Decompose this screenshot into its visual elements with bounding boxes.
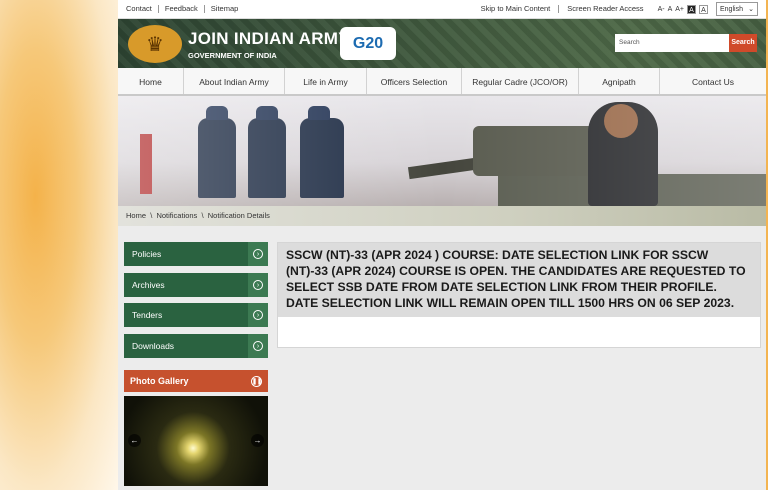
language-value: English [720,5,743,13]
gallery-image[interactable]: ← → [124,396,268,486]
chevron-down-icon: ⌄ [748,6,754,13]
breadcrumb-notifications[interactable]: Notifications [156,211,197,220]
language-select[interactable]: English ⌄ [716,2,758,16]
search-input[interactable]: Search [615,34,729,52]
hero-banner [118,96,766,206]
page-background-left [0,0,118,490]
site-subtitle: GOVERNMENT OF INDIA [188,51,277,60]
arrow-right-icon: › [248,242,268,266]
contact-link[interactable]: Contact [126,5,159,13]
font-decrease-button[interactable]: A- [658,6,665,13]
main-nav: Home About Indian Army Life in Army Offi… [118,68,766,96]
arrow-right-icon: › [248,333,268,358]
sidebar-item-label: Archives [132,279,165,290]
font-size-controls: A- A A+ A A [658,4,708,14]
breadcrumb-home[interactable]: Home [126,211,146,220]
sidebar-item-archives[interactable]: Archives › [124,272,268,297]
feedback-link[interactable]: Feedback [159,5,205,13]
nav-regular-cadre[interactable]: Regular Cadre (JCO/OR) [462,68,579,94]
arrow-right-icon: › [248,303,268,327]
photo-gallery-header: Photo Gallery ❚❚ [124,370,268,392]
brand: JOIN INDIAN ARMY GOVERNMENT OF INDIA [188,29,350,60]
sidebar-item-label: Tenders [132,310,163,320]
site-header: ♛ JOIN INDIAN ARMY GOVERNMENT OF INDIA G… [118,19,766,68]
sidebar-item-tenders[interactable]: Tenders › [124,303,268,327]
search-button[interactable]: Search [729,34,757,52]
top-utility-bar: Contact Feedback Sitemap Skip to Main Co… [118,0,766,19]
sitemap-link[interactable]: Sitemap [205,5,245,13]
photo-gallery: Photo Gallery ❚❚ ← → [124,370,268,486]
skip-main-link[interactable]: Skip to Main Content [473,5,560,13]
sidebar: Policies › Archives › Tenders › Download… [124,242,268,364]
notification-card: SSCW (NT)-33 (APR 2024 ) COURSE: DATE SE… [277,242,761,348]
breadcrumb-current: Notification Details [207,211,270,220]
page-container: Contact Feedback Sitemap Skip to Main Co… [118,0,766,490]
search-form: Search Search [615,34,757,52]
font-increase-button[interactable]: A+ [675,6,684,13]
national-emblem-logo[interactable]: ♛ [128,25,182,63]
nav-officers-selection[interactable]: Officers Selection [367,68,462,94]
next-arrow-icon[interactable]: → [251,434,264,447]
nav-agnipath[interactable]: Agnipath [579,68,660,94]
sidebar-item-label: Policies [132,249,162,259]
nav-contact-us[interactable]: Contact Us [660,68,766,94]
font-normal-button[interactable]: A [668,6,673,13]
nav-about-indian-army[interactable]: About Indian Army [184,68,285,94]
normal-contrast-button[interactable]: A [699,4,708,14]
banner-overlay [118,96,766,206]
nav-home[interactable]: Home [118,68,184,94]
arrow-right-icon: › [248,272,268,297]
sidebar-item-label: Downloads [132,340,175,351]
sidebar-item-downloads[interactable]: Downloads › [124,333,268,358]
screen-reader-link[interactable]: Screen Reader Access [559,5,651,13]
photo-gallery-title[interactable]: Photo Gallery [130,376,189,386]
pause-icon[interactable]: ❚❚ [251,375,262,387]
site-title[interactable]: JOIN INDIAN ARMY [188,29,350,49]
sidebar-item-policies[interactable]: Policies › [124,242,268,266]
high-contrast-button[interactable]: A [687,4,696,14]
breadcrumb: Home \ Notifications \ Notification Deta… [118,206,766,226]
g20-text: G20 [352,34,384,52]
previous-arrow-icon[interactable]: ← [128,434,141,447]
breadcrumb-separator: \ [199,211,208,220]
nav-life-in-army[interactable]: Life in Army [285,68,367,94]
notification-title: SSCW (NT)-33 (APR 2024 ) COURSE: DATE SE… [278,243,760,317]
g20-logo: G20 [340,27,396,60]
